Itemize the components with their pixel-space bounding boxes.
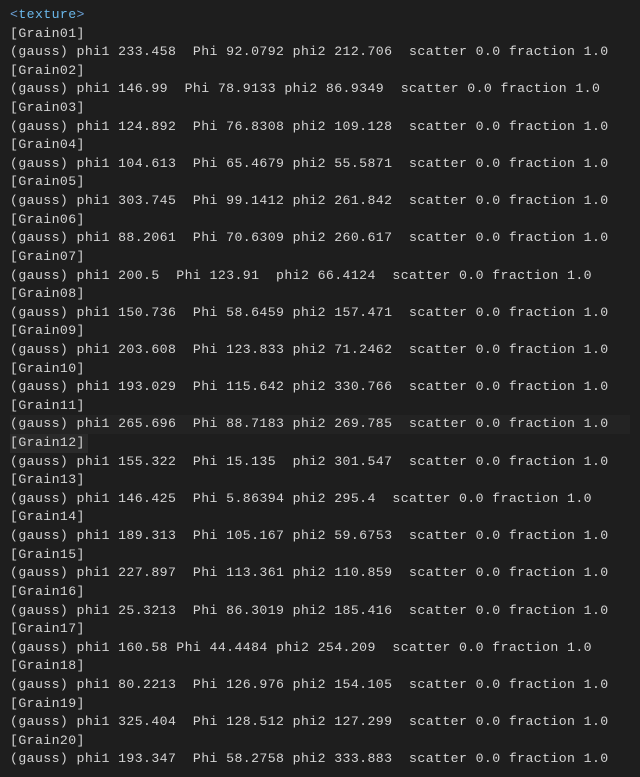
grain-data-line: (gauss) phi1 88.2061 Phi 70.6309 phi2 26… <box>10 229 630 248</box>
grain-header: [Grain20] <box>10 733 85 748</box>
grain-data-line: (gauss) phi1 124.892 Phi 76.8308 phi2 10… <box>10 118 630 137</box>
grain-header-row: [Grain19] <box>10 695 630 714</box>
grain-data-line: (gauss) phi1 160.58 Phi 44.4484 phi2 254… <box>10 639 630 658</box>
grain-header: [Grain11] <box>10 398 85 413</box>
angle-close-icon: > <box>77 7 85 22</box>
grain-header: [Grain14] <box>10 509 85 524</box>
grain-header-row: [Grain06] <box>10 211 630 230</box>
grain-header: [Grain17] <box>10 621 85 636</box>
grain-data-line: (gauss) phi1 200.5 Phi 123.91 phi2 66.41… <box>10 267 630 286</box>
grain-header-row: [Grain09] <box>10 322 630 341</box>
texture-open-tag: <texture> <box>10 6 630 25</box>
grain-header-row: [Grain07] <box>10 248 630 267</box>
grain-data-line: (gauss) phi1 325.404 Phi 128.512 phi2 12… <box>10 713 630 732</box>
grain-data-line: (gauss) phi1 193.347 Phi 58.2758 phi2 33… <box>10 750 630 769</box>
grain-header-row: [Grain04] <box>10 136 630 155</box>
grain-header: [Grain15] <box>10 547 85 562</box>
grain-header-row: [Grain16] <box>10 583 630 602</box>
grain-header-row: [Grain12] <box>10 434 630 453</box>
grain-data-line: (gauss) phi1 146.99 Phi 78.9133 phi2 86.… <box>10 80 630 99</box>
grain-header: [Grain12] <box>10 434 88 453</box>
grain-data-line: (gauss) phi1 265.696 Phi 88.7183 phi2 26… <box>10 415 630 434</box>
grain-data-line: (gauss) phi1 233.458 Phi 92.0792 phi2 21… <box>10 43 630 62</box>
grain-data-line: (gauss) phi1 150.736 Phi 58.6459 phi2 15… <box>10 304 630 323</box>
grain-data-line: (gauss) phi1 189.313 Phi 105.167 phi2 59… <box>10 527 630 546</box>
grain-header-row: [Grain03] <box>10 99 630 118</box>
grain-header-row: [Grain08] <box>10 285 630 304</box>
grain-header-row: [Grain05] <box>10 173 630 192</box>
grain-data-line: (gauss) phi1 203.608 Phi 123.833 phi2 71… <box>10 341 630 360</box>
grain-header-row: [Grain14] <box>10 508 630 527</box>
grain-header-row: [Grain15] <box>10 546 630 565</box>
grain-header: [Grain09] <box>10 323 85 338</box>
grain-data-line: (gauss) phi1 193.029 Phi 115.642 phi2 33… <box>10 378 630 397</box>
tag-texture-name: texture <box>18 7 76 22</box>
grain-data-line: (gauss) phi1 25.3213 Phi 86.3019 phi2 18… <box>10 602 630 621</box>
grain-data-line: (gauss) phi1 303.745 Phi 99.1412 phi2 26… <box>10 192 630 211</box>
grain-header-row: [Grain20] <box>10 732 630 751</box>
grain-header: [Grain03] <box>10 100 85 115</box>
grain-header-row: [Grain02] <box>10 62 630 81</box>
grain-header: [Grain01] <box>10 26 85 41</box>
grain-header-row: [Grain18] <box>10 657 630 676</box>
grain-header-row: [Grain10] <box>10 360 630 379</box>
grain-header: [Grain07] <box>10 249 85 264</box>
grain-header: [Grain16] <box>10 584 85 599</box>
grain-header: [Grain02] <box>10 63 85 78</box>
grain-header: [Grain10] <box>10 361 85 376</box>
grain-data-line: (gauss) phi1 227.897 Phi 113.361 phi2 11… <box>10 564 630 583</box>
grain-header-row: [Grain17] <box>10 620 630 639</box>
grain-header: [Grain04] <box>10 137 85 152</box>
grain-data-line: (gauss) phi1 104.613 Phi 65.4679 phi2 55… <box>10 155 630 174</box>
grain-header-row: [Grain11] <box>10 397 630 416</box>
grain-header-row: [Grain13] <box>10 471 630 490</box>
grain-data-line: (gauss) phi1 146.425 Phi 5.86394 phi2 29… <box>10 490 630 509</box>
grain-header: [Grain05] <box>10 174 85 189</box>
grain-data-line: (gauss) phi1 80.2213 Phi 126.976 phi2 15… <box>10 676 630 695</box>
grain-data-line: (gauss) phi1 155.322 Phi 15.135 phi2 301… <box>10 453 630 472</box>
grain-header-row: [Grain01] <box>10 25 630 44</box>
grain-header: [Grain18] <box>10 658 85 673</box>
grain-header: [Grain08] <box>10 286 85 301</box>
code-view[interactable]: <texture>[Grain01] (gauss) phi1 233.458 P… <box>10 6 630 769</box>
grain-header: [Grain06] <box>10 212 85 227</box>
grain-header: [Grain19] <box>10 696 85 711</box>
grain-header: [Grain13] <box>10 472 85 487</box>
